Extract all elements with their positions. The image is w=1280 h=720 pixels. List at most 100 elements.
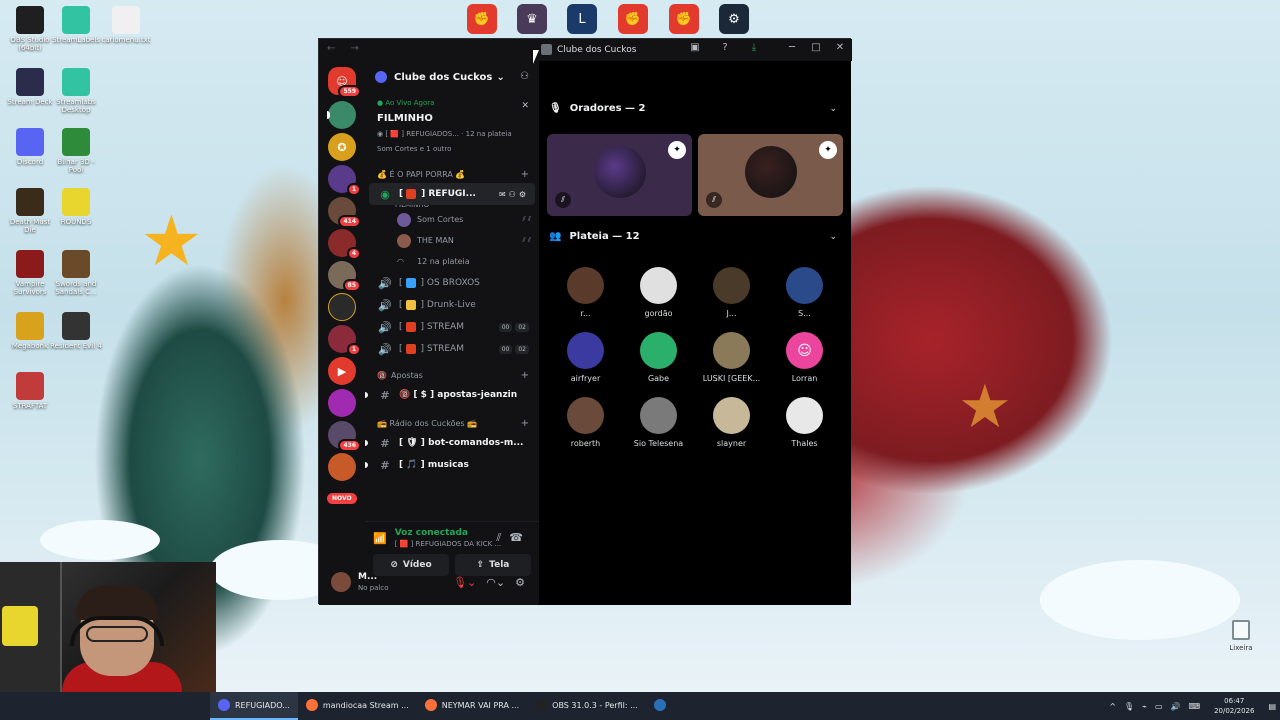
desktop-shortcut[interactable]: Resident Evil 4 — [50, 312, 102, 350]
server-header[interactable]: Clube dos Cuckos ⌄ ⚇ — [365, 61, 539, 93]
server-icon[interactable]: 1 — [328, 165, 361, 196]
audience-member[interactable]: Gabe — [622, 332, 695, 383]
desktop-shortcut[interactable]: Stream Deck — [4, 68, 56, 106]
category-papi[interactable]: 💰 É O PAPI PORRA 💰 + — [365, 165, 539, 183]
audience-member[interactable]: S... — [768, 267, 841, 318]
text-channel[interactable]: # [ 🎵 ] musicas — [365, 454, 535, 476]
audience-member[interactable]: roberth — [549, 397, 622, 448]
league-icon[interactable]: L — [567, 4, 597, 34]
add-channel-icon[interactable]: + — [521, 370, 529, 381]
invite-icon[interactable]: ⚇ — [520, 71, 529, 82]
usb-icon[interactable]: ⌁ — [1142, 702, 1147, 711]
clock[interactable]: 06:47 20/02/2026 — [1214, 696, 1254, 716]
audience-member[interactable]: r... — [549, 267, 622, 318]
speakers-header[interactable]: 🎙 Oradores — 2 ⌄ — [549, 103, 841, 114]
microphone-icon[interactable]: 🎙 — [1124, 702, 1134, 711]
stage-channel[interactable]: ◉ [] REFUGI... ✉⚇⚙ — [369, 183, 535, 205]
volume-icon[interactable]: 🔊 — [1171, 702, 1181, 711]
channel-actions[interactable]: ✉⚇⚙ — [499, 190, 529, 199]
desktop-shortcut[interactable]: Swords and Sandals C... — [50, 250, 102, 296]
inbox-icon[interactable]: ▣ — [687, 42, 703, 53]
text-channel[interactable]: # 🔞 [ $ ] apostas-jeanzin — [365, 384, 535, 406]
signal-icon[interactable]: 📶 — [373, 532, 387, 545]
steam-icon[interactable]: ⚙ — [719, 4, 749, 34]
maximize-button[interactable]: □ — [808, 42, 824, 53]
disconnect-icon[interactable]: ☎ — [509, 531, 531, 544]
add-channel-icon[interactable]: + — [521, 418, 529, 429]
audience-header[interactable]: 👥 Plateia — 12 ⌄ — [549, 231, 841, 242]
voice-channel[interactable]: 🔊[] OS BROXOS — [369, 272, 535, 294]
server-icon[interactable]: 4 — [328, 229, 361, 260]
desktop-shortcut[interactable]: Streamlabs Desktop — [50, 68, 102, 114]
desktop-shortcut[interactable]: STRAFTAT — [4, 372, 56, 410]
text-channel[interactable]: # [ 🛡 ] bot-comandos-m... — [365, 432, 535, 454]
audience-member[interactable]: LUSKI [GEEK... — [695, 332, 768, 383]
category-radio[interactable]: 📻 Rádio dos Cuckões 📻 + — [365, 414, 539, 432]
desktop-shortcut[interactable]: Megabonk — [4, 312, 56, 350]
server-icon[interactable] — [328, 453, 356, 481]
help-icon[interactable]: ? — [717, 42, 733, 53]
desktop-shortcut[interactable]: Death Must Die — [4, 188, 56, 234]
server-icon[interactable]: 436 — [328, 421, 361, 452]
voice-channel[interactable]: 🔊[] STREAM 00 02 — [369, 316, 535, 338]
speaker-tile[interactable]: ✦ ⫽ — [547, 134, 692, 216]
network-icon[interactable]: ▭ — [1155, 702, 1163, 711]
nav-arrows[interactable]: ← → — [327, 43, 365, 54]
audience-member[interactable]: Sio Telesena — [622, 397, 695, 448]
audience-member[interactable]: slayner — [695, 397, 768, 448]
microphone-muted-icon[interactable]: 🎙⌄ — [453, 576, 476, 589]
server-icon[interactable]: 1 — [328, 325, 361, 356]
download-icon[interactable]: ⤓ — [746, 42, 762, 53]
audience-member[interactable]: J... — [695, 267, 768, 318]
minimize-button[interactable]: ─ — [784, 42, 800, 53]
audience-member[interactable]: airfryer — [549, 332, 622, 383]
close-icon[interactable]: ✕ — [521, 101, 529, 111]
notification-icon[interactable]: ▤ — [1268, 702, 1276, 711]
stage-member[interactable]: Som Cortes ⫽ ⫽ — [365, 209, 539, 230]
desktop-shortcut[interactable]: OBS Studio (64bit) — [4, 6, 56, 52]
settings-gear-icon[interactable]: ⚙ — [515, 576, 525, 589]
app-shortcut-icon[interactable]: ✊ — [618, 4, 648, 34]
app-shortcut-icon[interactable]: ♛ — [517, 4, 547, 34]
app-shortcut-icon[interactable]: ✊ — [467, 4, 497, 34]
close-button[interactable]: ✕ — [832, 42, 848, 53]
taskbar-item[interactable] — [646, 692, 679, 720]
chevron-up-icon[interactable]: ^ — [1109, 702, 1116, 711]
language-icon[interactable]: ⌨ — [1189, 702, 1201, 711]
speaker-tile[interactable]: ✦ ⫽ — [698, 134, 843, 216]
live-now-card[interactable]: ● Ao Vivo Agora FILMINHO ◉ [ 🟥 ] REFUGIA… — [371, 95, 533, 157]
avatar[interactable] — [331, 572, 351, 592]
desktop-shortcut[interactable]: carlomenu.txt — [100, 6, 152, 44]
taskbar-item[interactable]: mandiocaa Stream ... — [298, 692, 417, 720]
recycle-bin-label: Lixeira — [1229, 644, 1253, 652]
noise-suppression-icon[interactable]: ⫽ — [496, 531, 509, 544]
desktop-shortcut[interactable]: Vampire Survivors — [4, 250, 56, 296]
server-icon[interactable]: 85 — [328, 261, 361, 292]
desktop-shortcut[interactable]: ROUNDS — [50, 188, 102, 226]
server-icon[interactable] — [327, 101, 356, 129]
home-discord-icon[interactable]: ☺ 559 — [328, 67, 361, 98]
category-apostas[interactable]: 🔞 Apostas + — [365, 366, 539, 384]
taskbar-item[interactable]: OBS 31.0.3 - Perfil: ... — [527, 692, 646, 720]
headphones-icon[interactable]: ◠⌄ — [486, 576, 505, 589]
audience-member[interactable]: gordão — [622, 267, 695, 318]
server-icon[interactable] — [328, 293, 356, 321]
server-icon[interactable]: ✪ — [328, 133, 356, 161]
server-icon[interactable]: 414 — [328, 197, 361, 228]
voice-channel[interactable]: 🔊[] Drunk-Live — [369, 294, 535, 316]
desktop-shortcut[interactable]: StreamLabels — [50, 6, 102, 44]
taskbar-item[interactable]: NEYMAR VAI PRA ... — [417, 692, 527, 720]
audience-member[interactable]: Thales — [768, 397, 841, 448]
audience-member[interactable]: ☺ Lorran — [768, 332, 841, 383]
voice-channel[interactable]: 🔊[] STREAM 00 02 — [369, 338, 535, 360]
stage-audience-row[interactable]: ◠ 12 na plateia — [365, 251, 539, 272]
stage-member[interactable]: THE MAN ⫽ ⫽ — [365, 230, 539, 251]
desktop-shortcut[interactable]: Discord — [4, 128, 56, 166]
recycle-bin[interactable]: Lixeira — [1226, 620, 1256, 652]
taskbar-item[interactable]: REFUGIADO... — [210, 692, 298, 720]
add-channel-icon[interactable]: + — [521, 169, 529, 180]
server-icon[interactable] — [328, 389, 356, 417]
desktop-shortcut[interactable]: Bilhar 3D - Pool — [50, 128, 102, 174]
youtube-server-icon[interactable]: ▶ — [328, 357, 356, 385]
app-shortcut-icon[interactable]: ✊ — [669, 4, 699, 34]
